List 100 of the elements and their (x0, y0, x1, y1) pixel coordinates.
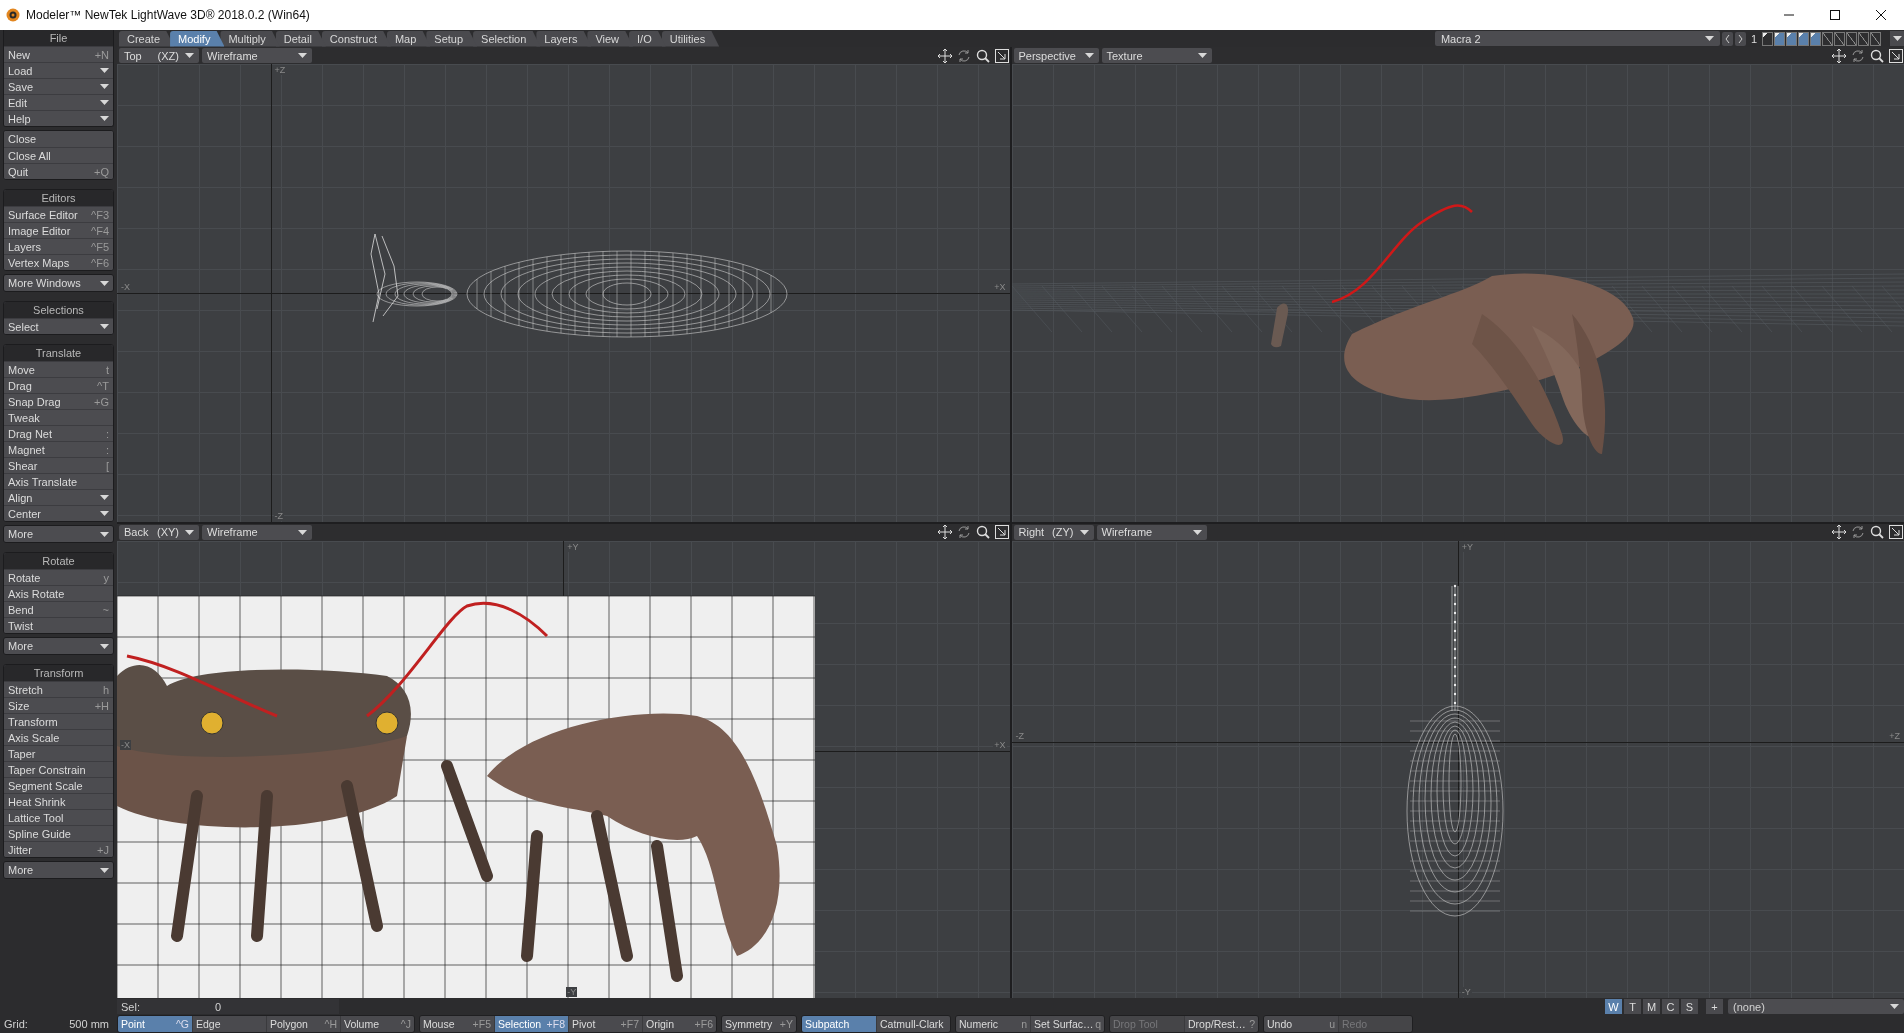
tool-button[interactable]: Segment Scale (4, 777, 113, 793)
tool-button[interactable]: Axis Translate (4, 473, 113, 489)
view-dropdown[interactable]: Right (ZY) (1013, 524, 1094, 540)
tab[interactable]: Layers (536, 30, 592, 47)
toolbar-button[interactable]: Drop/Rest… ? (1184, 1016, 1258, 1032)
rotate-button[interactable] (1850, 524, 1866, 540)
tool-button[interactable]: Image Editor ^F4 (4, 222, 113, 238)
toolbar-button[interactable]: Polygon ^H (266, 1016, 340, 1032)
zoom-button[interactable] (1869, 524, 1885, 540)
mode-toggle[interactable]: W (1605, 999, 1622, 1014)
toolbar-button[interactable]: Catmull-Clark (876, 1016, 950, 1032)
layer-toggle[interactable] (1870, 31, 1881, 46)
tool-button[interactable]: Twist (4, 617, 113, 633)
maximize-button[interactable] (993, 524, 1010, 540)
next-layer-button[interactable] (1734, 31, 1746, 46)
move-button[interactable] (936, 524, 953, 540)
tool-button[interactable]: Save (4, 78, 113, 94)
toolbar-button[interactable]: Numeric n (956, 1016, 1030, 1032)
tool-button[interactable]: More Windows (4, 275, 113, 291)
maximize-button[interactable] (1888, 524, 1904, 540)
tab[interactable]: Selection (473, 30, 541, 47)
toolbar-button[interactable]: Mouse +F5 (420, 1016, 494, 1032)
toolbar-button[interactable]: Symmetry +Y (722, 1016, 796, 1032)
mode-toggle[interactable]: M (1643, 999, 1660, 1014)
tool-button[interactable]: Center (4, 505, 113, 521)
toolbar-button[interactable]: Edge (192, 1016, 266, 1032)
add-button[interactable]: + (1706, 999, 1723, 1014)
tool-button[interactable]: Stretch h (4, 681, 113, 697)
tool-button[interactable]: Heat Shrink (4, 793, 113, 809)
tab[interactable]: Construct (321, 30, 391, 47)
tool-button[interactable]: Axis Scale (4, 729, 113, 745)
layer-toggle[interactable] (1798, 31, 1809, 46)
tool-button[interactable]: Tweak (4, 409, 113, 425)
tab[interactable]: I/O (629, 30, 666, 47)
mode-toggle[interactable]: C (1662, 999, 1679, 1014)
tool-button[interactable]: Bend ~ (4, 601, 113, 617)
tool-button[interactable]: Drag Net : (4, 425, 113, 441)
move-button[interactable] (1831, 48, 1847, 63)
maximize-button[interactable] (993, 48, 1010, 63)
tool-button[interactable]: More (4, 862, 113, 878)
menu-button[interactable] (1890, 31, 1904, 46)
tool-button[interactable]: Move t (4, 361, 113, 377)
tool-button[interactable]: Shear [ (4, 457, 113, 473)
move-button[interactable] (936, 48, 953, 63)
layer-toggle[interactable] (1822, 31, 1833, 46)
tab[interactable]: Multiply (220, 30, 280, 47)
tool-button[interactable]: Rotate y (4, 569, 113, 585)
toolbar-button[interactable]: Selection +F8 (494, 1016, 568, 1032)
tool-button[interactable]: Taper (4, 745, 113, 761)
render-mode-dropdown[interactable]: Wireframe (202, 524, 312, 540)
mode-toggle[interactable]: T (1624, 999, 1641, 1014)
tool-button[interactable]: Axis Rotate (4, 585, 113, 601)
tool-button[interactable]: Close All (4, 147, 113, 163)
maximize-button[interactable] (1888, 48, 1904, 63)
tool-button[interactable]: Select (4, 318, 113, 334)
tab[interactable]: Modify (170, 30, 225, 47)
toolbar-button[interactable]: Set Surfac…q (1030, 1016, 1104, 1032)
view-dropdown[interactable]: Back (XY) (119, 524, 199, 540)
layer-toggle[interactable] (1834, 31, 1845, 46)
tool-button[interactable]: Help (4, 110, 113, 126)
tool-button[interactable]: Spline Guide (4, 825, 113, 841)
zoom-button[interactable] (974, 524, 991, 540)
tool-button[interactable]: Lattice Tool (4, 809, 113, 825)
toolbar-button[interactable]: Pivot +F7 (568, 1016, 642, 1032)
tool-button[interactable]: More (4, 526, 113, 542)
tab[interactable]: View (587, 30, 634, 47)
tool-button[interactable]: Load (4, 62, 113, 78)
tool-button[interactable]: Edit (4, 94, 113, 110)
zoom-button[interactable] (974, 48, 991, 63)
tool-button[interactable]: Vertex Maps ^F6 (4, 254, 113, 270)
rotate-button[interactable] (955, 48, 972, 63)
render-mode-dropdown[interactable]: Texture (1101, 48, 1212, 63)
toolbar-button[interactable]: Subpatch (802, 1016, 876, 1032)
layer-toggle[interactable] (1810, 31, 1821, 46)
toolbar-button[interactable]: Undo u (1264, 1016, 1338, 1032)
layer-dropdown[interactable]: Macra 2 (1434, 31, 1720, 46)
tab[interactable]: Setup (426, 30, 478, 47)
tab[interactable]: Utilities (661, 30, 720, 47)
tool-button[interactable]: Jitter +J (4, 841, 113, 857)
tab[interactable]: Detail (275, 30, 326, 47)
tool-button[interactable]: Size +H (4, 697, 113, 713)
previous-layer-button[interactable] (1721, 31, 1733, 46)
tool-button[interactable]: More (4, 638, 113, 654)
tab[interactable]: Map (386, 30, 431, 47)
toolbar-button[interactable]: Origin +F6 (642, 1016, 716, 1032)
layer-toggle[interactable] (1846, 31, 1857, 46)
layer-toggle[interactable] (1786, 31, 1797, 46)
surface-dropdown[interactable]: (none) (1728, 999, 1904, 1014)
tool-button[interactable]: Quit +Q (4, 163, 113, 179)
render-mode-dropdown[interactable]: Wireframe (202, 48, 312, 63)
tool-button[interactable]: Align (4, 489, 113, 505)
view-dropdown[interactable]: Perspective (1013, 48, 1099, 63)
tool-button[interactable]: Snap Drag +G (4, 393, 113, 409)
move-button[interactable] (1831, 524, 1847, 540)
mode-toggle[interactable]: S (1681, 999, 1698, 1014)
toolbar-button[interactable]: Volume ^J (340, 1016, 414, 1032)
zoom-button[interactable] (1869, 48, 1885, 63)
render-mode-dropdown[interactable]: Wireframe (1096, 524, 1207, 540)
tool-button[interactable]: Surface Editor ^F3 (4, 206, 113, 222)
tool-button[interactable]: Taper Constrain (4, 761, 113, 777)
